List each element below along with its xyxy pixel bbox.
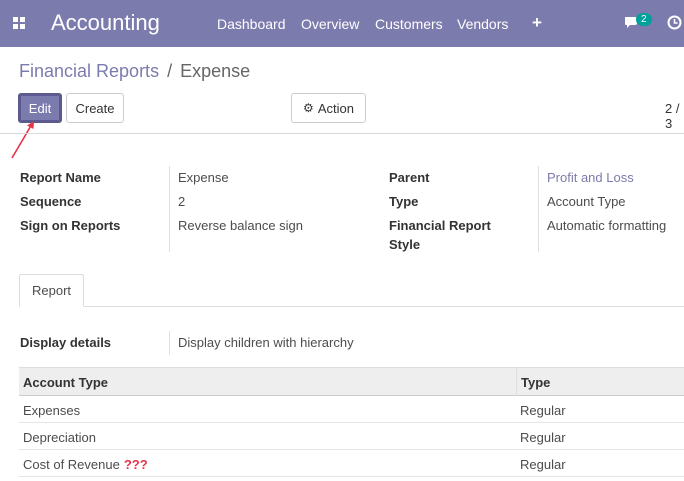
financial-report-style-label-line2: Style: [389, 237, 421, 252]
menu-overview[interactable]: Overview: [301, 16, 359, 32]
apps-grid-icon[interactable]: [13, 17, 25, 29]
report-name-label: Report Name: [20, 170, 101, 185]
column-separator: [516, 368, 517, 396]
column-divider: [538, 166, 539, 252]
question-marks-annotation: ???: [123, 457, 148, 472]
menu-vendors[interactable]: Vendors: [457, 16, 508, 32]
gear-icon: ⚙: [303, 101, 314, 115]
display-details-value: Display children with hierarchy: [178, 335, 354, 350]
control-panel-divider: [0, 133, 684, 134]
action-button[interactable]: ⚙ Action: [291, 93, 366, 123]
breadcrumb: Financial Reports / Expense: [19, 61, 250, 82]
table-row[interactable]: Cost of Revenue??? Regular: [19, 450, 684, 477]
sequence-value: 2: [178, 194, 186, 209]
financial-report-style-value: Automatic formatting: [547, 218, 667, 233]
column-header-type[interactable]: Type: [521, 375, 550, 390]
table-header: Account Type Type: [19, 367, 684, 396]
cell-account-type: Depreciation: [23, 430, 96, 445]
top-navbar: Accounting Dashboard Overview Customers …: [0, 0, 684, 47]
sign-on-reports-value: Reverse balance sign: [178, 218, 304, 233]
type-value: Account Type: [547, 194, 626, 209]
breadcrumb-parent[interactable]: Financial Reports: [19, 61, 159, 81]
plus-icon[interactable]: +: [532, 13, 542, 33]
column-header-account-type[interactable]: Account Type: [23, 375, 108, 390]
create-button[interactable]: Create: [66, 93, 124, 123]
menu-dashboard[interactable]: Dashboard: [217, 16, 286, 32]
financial-report-style-label-line1: Financial Report: [389, 218, 491, 233]
annotation-arrow-icon: [11, 121, 34, 159]
report-name-value: Expense: [178, 170, 229, 185]
cell-account-type-text: Cost of Revenue: [23, 457, 120, 472]
pager[interactable]: 2 / 3: [665, 101, 684, 131]
cell-type: Regular: [520, 403, 566, 418]
type-label: Type: [389, 194, 419, 209]
app-title[interactable]: Accounting: [51, 10, 160, 36]
action-label: Action: [317, 100, 354, 116]
notebook-tab-line: [19, 306, 684, 307]
menu-customers[interactable]: Customers: [375, 16, 443, 32]
tab-report[interactable]: Report: [19, 274, 84, 307]
table-row[interactable]: Depreciation Regular: [19, 423, 684, 450]
cell-account-type: Expenses: [23, 403, 81, 418]
cell-type: Regular: [520, 430, 566, 445]
column-divider: [169, 166, 170, 252]
column-divider: [169, 331, 170, 355]
clock-icon[interactable]: [667, 15, 682, 30]
table-row[interactable]: Expenses Regular: [19, 396, 684, 423]
breadcrumb-separator: /: [167, 61, 173, 81]
cell-account-type: Cost of Revenue???: [23, 457, 148, 472]
breadcrumb-current: Expense: [180, 61, 251, 81]
parent-value[interactable]: Profit and Loss: [547, 170, 634, 185]
sign-on-reports-label: Sign on Reports: [20, 218, 121, 233]
parent-label: Parent: [389, 170, 430, 185]
cell-type: Regular: [520, 457, 566, 472]
chat-badge: 2: [636, 13, 652, 26]
sequence-label: Sequence: [20, 194, 82, 209]
display-details-label: Display details: [20, 335, 112, 350]
